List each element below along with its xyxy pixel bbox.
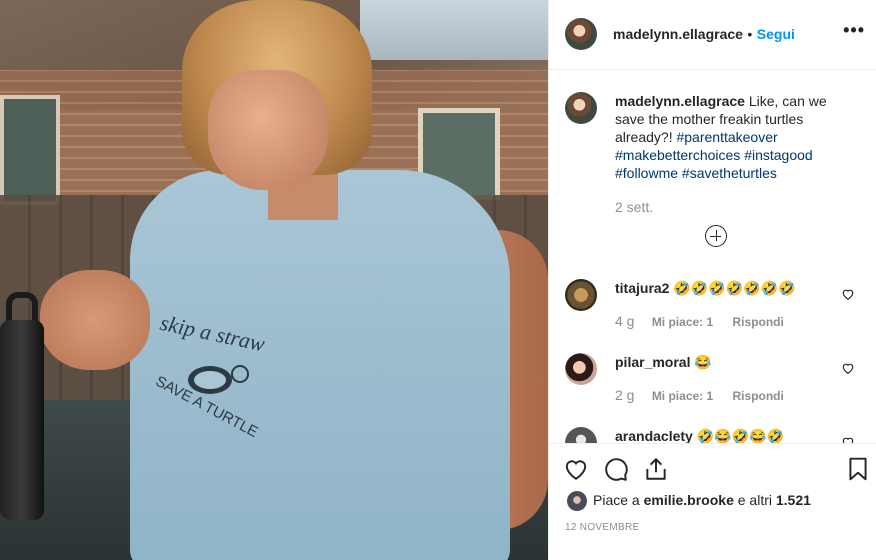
comment-item: titajura2 🤣🤣🤣🤣🤣🤣🤣 4 g Mi piace: 1 Rispon…	[549, 265, 876, 339]
share-icon[interactable]	[643, 456, 669, 482]
photo-window	[0, 95, 60, 205]
liker-avatar[interactable]	[567, 491, 587, 511]
comment-body: pilar_moral 😂	[615, 353, 712, 371]
photo-hand	[40, 270, 150, 370]
caption-username[interactable]: madelynn.ellagrace	[615, 93, 745, 109]
comment-icon[interactable]	[603, 456, 629, 482]
bookmark-icon[interactable]	[845, 456, 871, 482]
shirt-print-top: skip a straw	[158, 310, 268, 357]
comment-text: 🤣😂🤣😂🤣	[696, 428, 784, 443]
commenter-username[interactable]: pilar_moral	[615, 354, 690, 370]
post-header: madelynn.ellagrace • Segui •••	[549, 0, 876, 70]
comment-likes[interactable]: Mi piace: 1	[652, 315, 713, 329]
hashtag[interactable]: #followme	[615, 165, 678, 181]
reply-button[interactable]: Rispondi	[733, 389, 784, 403]
author-avatar[interactable]	[565, 18, 597, 50]
caption-time[interactable]: 2 sett.	[615, 199, 653, 215]
photo-bottle	[0, 320, 44, 520]
hashtag[interactable]: #instagood	[744, 147, 813, 163]
comment-heart-icon[interactable]	[841, 361, 855, 375]
comment-meta: 2 g Mi piace: 1 Rispondi	[615, 387, 800, 403]
comments-list: titajura2 🤣🤣🤣🤣🤣🤣🤣 4 g Mi piace: 1 Rispon…	[549, 265, 876, 443]
comment-text: 😂	[694, 354, 712, 370]
commenter-avatar[interactable]	[565, 353, 597, 385]
likes-connector: e altri	[737, 492, 772, 508]
author-username[interactable]: madelynn.ellagrace	[613, 26, 743, 42]
comment-age[interactable]: 2 g	[615, 387, 634, 403]
comment-text: 🤣🤣🤣🤣🤣🤣🤣	[673, 280, 796, 296]
post-caption: madelynn.ellagrace Like, can we save the…	[615, 92, 855, 182]
post-date[interactable]: 12 NOVEMBRE	[565, 522, 639, 533]
comment-body: arandaclety 🤣😂🤣😂🤣	[615, 427, 784, 443]
follow-button[interactable]: Segui	[757, 26, 795, 42]
hashtag[interactable]: #makebetterchoices	[615, 147, 740, 163]
more-options-icon[interactable]: •••	[843, 20, 865, 41]
post-side-panel: madelynn.ellagrace • Segui ••• madelynn.…	[548, 0, 876, 560]
comment-heart-icon[interactable]	[841, 435, 855, 443]
heart-icon[interactable]	[563, 456, 589, 482]
shirt-print-graphic: skip a straw SAVE A TURTLE	[153, 310, 268, 440]
commenter-avatar[interactable]	[565, 279, 597, 311]
comment-heart-icon[interactable]	[841, 287, 855, 301]
photo-sky	[360, 0, 548, 60]
comment-body: titajura2 🤣🤣🤣🤣🤣🤣🤣	[615, 279, 795, 297]
hashtag[interactable]: #parenttakeover	[676, 129, 777, 145]
likes-prefix: Piace a	[593, 492, 640, 508]
comment-meta: 4 g Mi piace: 1 Rispondi	[615, 313, 800, 329]
hashtag[interactable]: #savetheturtles	[682, 165, 777, 181]
reply-button[interactable]: Rispondi	[733, 315, 784, 329]
comment-likes[interactable]: Mi piace: 1	[652, 389, 713, 403]
photo-face	[208, 70, 328, 190]
likes-summary[interactable]: Piace a emilie.brooke e altri 1.521	[593, 492, 811, 508]
author-line: madelynn.ellagrace • Segui	[613, 26, 795, 44]
likes-count[interactable]: 1.521	[776, 492, 811, 508]
commenter-username[interactable]: titajura2	[615, 280, 669, 296]
caption-avatar[interactable]	[565, 92, 597, 124]
post-actions-bar: Piace a emilie.brooke e altri 1.521 12 N…	[549, 443, 876, 560]
post-photo[interactable]: skip a straw SAVE A TURTLE	[0, 0, 548, 560]
liker-username[interactable]: emilie.brooke	[644, 492, 734, 508]
comment-item: arandaclety 🤣😂🤣😂🤣	[549, 413, 876, 443]
plus-circle-icon[interactable]	[705, 225, 727, 247]
comment-item: pilar_moral 😂 2 g Mi piace: 1 Rispondi	[549, 339, 876, 413]
comment-age[interactable]: 4 g	[615, 313, 634, 329]
separator-dot: •	[747, 26, 753, 42]
commenter-username[interactable]: arandaclety	[615, 428, 693, 443]
commenter-avatar[interactable]	[565, 427, 597, 443]
